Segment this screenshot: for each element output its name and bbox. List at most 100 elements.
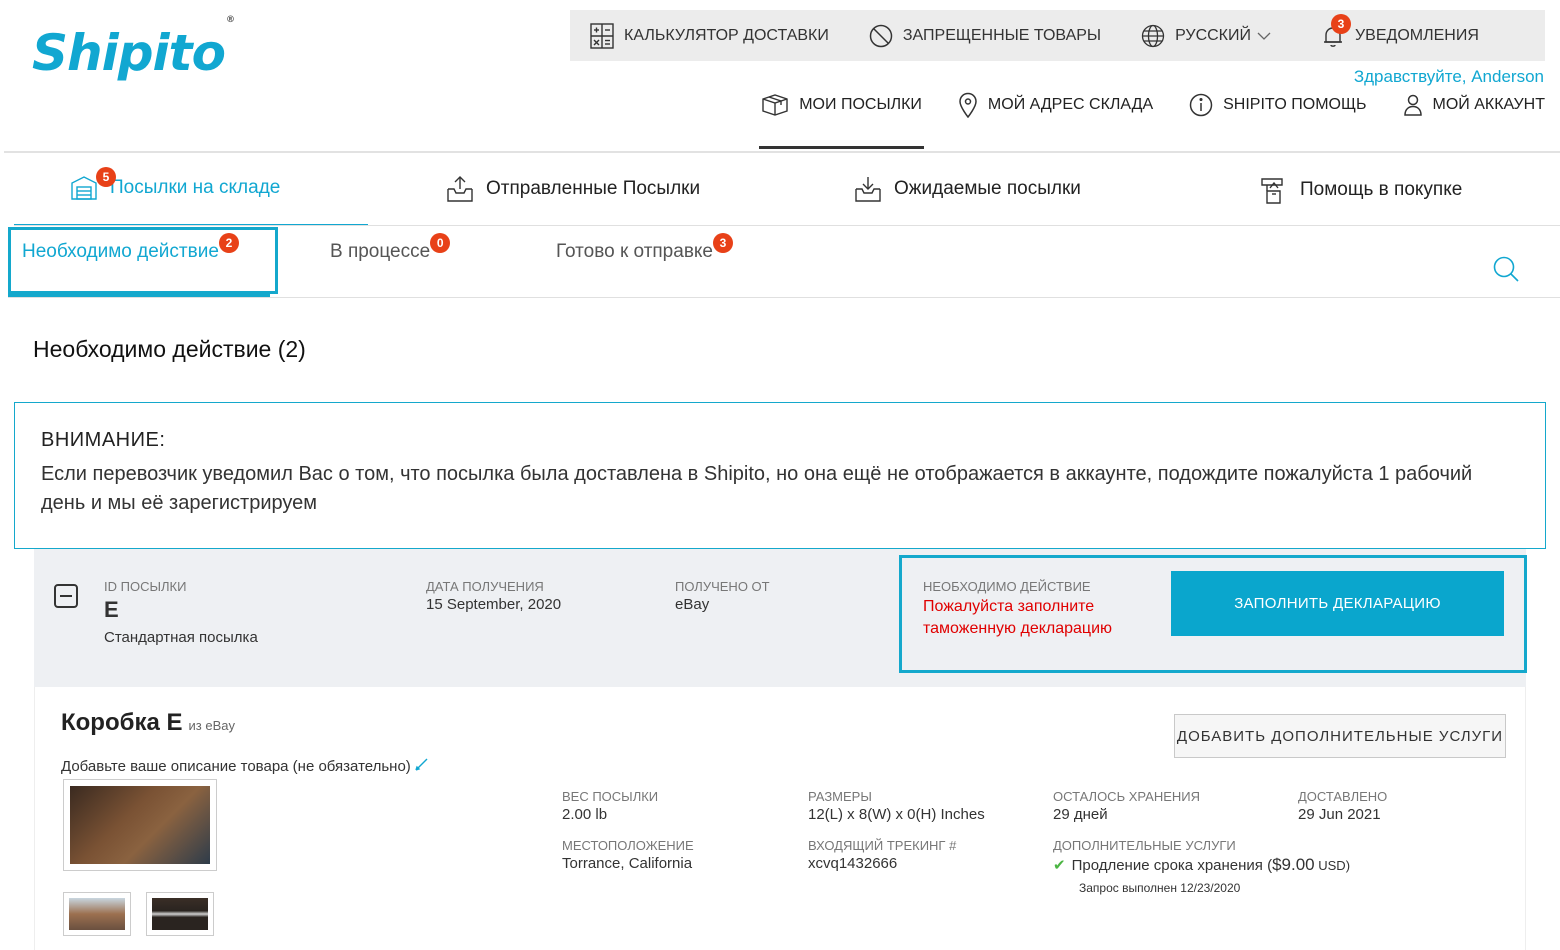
box-source: из eBay [188,718,235,733]
package-photo-main[interactable] [63,779,217,871]
dimensions-value: 12(L) x 8(W) x 0(H) Inches [808,806,985,823]
package-type: Стандартная посылка [104,629,258,646]
box-icon [762,94,788,116]
add-services-button[interactable]: ДОБАВИТЬ ДОПОЛНИТЕЛЬНЫЕ УСЛУГИ [1174,714,1506,758]
utility-bar: КАЛЬКУЛЯТОР ДОСТАВКИ ЗАПРЕЩЕННЫЕ ТОВАРЫ … [570,10,1545,61]
box-details: Коробка E из eBay ДОБАВИТЬ ДОПОЛНИТЕЛЬНЫЕ… [34,687,1526,950]
nav-my-packages-label: МОИ ПОСЫЛКИ [799,96,922,113]
received-date-label: ДАТА ПОЛУЧЕНИЯ [426,579,544,594]
warehouse-icon [71,176,97,200]
location-label: МЕСТОПОЛОЖЕНИЕ [562,838,694,853]
delivered-field: ДОСТАВЛЕНО 29 Jun 2021 [1298,789,1387,823]
nav-my-packages[interactable]: МОИ ПОСЫЛКИ [759,90,924,149]
calculator-label: КАЛЬКУЛЯТОР ДОСТАВКИ [624,26,829,44]
logo-text: Shipito [32,24,226,82]
status-subtabs: Необходимо действие 2 В процессе 0 Готово … [8,227,1560,297]
nav-account-label: МОЙ АККАУНТ [1432,96,1546,113]
tab-warehouse-packages[interactable]: 5 Посылки на складе [70,167,281,201]
tab-purchase-label: Помощь в покупке [1300,179,1463,200]
package-photo-thumb[interactable] [63,892,131,936]
location-field: МЕСТОПОЛОЖЕНИЕ Torrance, California [562,838,694,872]
extra-services-field: ДОПОЛНИТЕЛЬНЫЕ УСЛУГИ ✔ Продление срока х… [1053,838,1350,895]
extra-service-currency: USD) [1314,858,1351,873]
tab-warehouse-label: Посылки на складе [110,177,281,198]
registered-mark: ® [225,15,235,26]
extra-services-label: ДОПОЛНИТЕЛЬНЫЕ УСЛУГИ [1053,838,1236,853]
storage-field: ОСТАЛОСЬ ХРАНЕНИЯ 29 дней [1053,789,1200,823]
notice-title: ВНИМАНИЕ: [41,429,166,451]
subtab-ready-label: Готово к отправке [556,241,714,262]
delivered-label: ДОСТАВЛЕНО [1298,789,1388,804]
box-title: Коробка E из eBay [61,709,235,737]
storage-value: 29 дней [1053,806,1108,823]
nav-warehouse-address[interactable]: МОЙ АДРЕС СКЛАДА [958,90,1153,120]
notifications-link[interactable]: 3 УВЕДОМЛЕНИЯ [1321,13,1479,48]
package-photo-image [70,786,210,864]
nav-help-label: SHIPITO ПОМОЩЬ [1223,96,1367,113]
package-tabs: 5 Посылки на складе Отправленные Посылки… [14,153,1560,226]
package-id-label: ID ПОСЫЛКИ [104,579,187,594]
add-description-label: Добавьте ваше описание товара (не обязат… [61,758,411,775]
received-from-field: ПОЛУЧЕНО ОТ eBay [675,579,770,613]
storage-label: ОСТАЛОСЬ ХРАНЕНИЯ [1053,789,1201,804]
tab-sent-packages[interactable]: Отправленные Посылки [446,175,700,203]
delivered-value: 29 Jun 2021 [1298,806,1381,823]
chevron-down-icon [1257,32,1271,40]
shipping-calculator-link[interactable]: КАЛЬКУЛЯТОР ДОСТАВКИ [590,22,829,49]
weight-value: 2.00 lb [562,806,608,823]
received-from-label: ПОЛУЧЕНО ОТ [675,579,770,594]
warehouse-count-badge: 5 [96,167,116,187]
download-box-icon [855,177,881,202]
nav-shipito-help[interactable]: SHIPITO ПОМОЩЬ [1189,90,1367,120]
fill-declaration-button[interactable]: ЗАПОЛНИТЬ ДЕКЛАРАЦИЮ [1171,571,1504,636]
language-label: РУССКИЙ [1175,26,1251,44]
notice-text: Если перевозчик уведомил Вас о том, что … [41,463,1473,514]
language-selector[interactable]: РУССКИЙ [1141,24,1281,48]
weight-field: ВЕС ПОСЫЛКИ 2.00 lb [562,789,658,823]
search-button[interactable] [1492,255,1520,288]
greeting-text[interactable]: Здравствуйте, Anderson [1354,67,1544,87]
notifications-label: УВЕДОМЛЕНИЯ [1355,26,1479,44]
tracking-label: ВХОДЯЩИЙ ТРЕКИНГ # [808,838,957,853]
nav-warehouse-label: МОЙ АДРЕС СКЛАДА [987,96,1154,113]
tracking-field: ВХОДЯЩИЙ ТРЕКИНГ # xcvq1432666 [808,838,956,872]
package-id-field: ID ПОСЫЛКИ E Стандартная посылка [104,579,258,646]
package-header: ID ПОСЫЛКИ E Стандартная посылка ДАТА ПО… [34,549,1527,687]
shipito-logo[interactable]: Shipito® [32,15,235,82]
collapse-icon[interactable] [54,584,78,608]
package-id-value: E [104,597,119,622]
received-date-value: 15 September, 2020 [426,596,562,613]
nav-my-account[interactable]: МОЙ АККАУНТ [1403,90,1546,120]
tab-purchase-help[interactable]: Помощь в покупке [1258,175,1462,205]
globe-icon [1141,24,1165,47]
section-title: Необходимо действие (2) [33,336,306,362]
ready-count-badge: 3 [713,233,734,253]
main-navigation: МОИ ПОСЫЛКИ МОЙ АДРЕС СКЛАДА SHIPITO ПОМ… [759,90,1546,149]
dimensions-field: РАЗМЕРЫ 12(L) x 8(W) x 0(H) Inches [808,789,985,823]
subtab-ready-to-ship[interactable]: Готово к отправке 3 [556,233,734,263]
thumb-image [152,898,208,930]
prohibited-items-link[interactable]: ЗАПРЕЩЕННЫЕ ТОВАРЫ [869,24,1101,48]
package-photo-thumb[interactable] [146,892,214,936]
add-description-link[interactable]: Добавьте ваше описание товара (не обязат… [61,757,429,775]
weight-label: ВЕС ПОСЫЛКИ [562,789,659,804]
upload-box-icon [447,176,473,202]
prohibited-label: ЗАПРЕЩЕННЫЕ ТОВАРЫ [902,26,1102,44]
action-required-field: НЕОБХОДИМО ДЕЙСТВИЕ Пожалуйста заполните… [923,579,1133,640]
subtab-in-progress[interactable]: В процессе 0 [330,233,451,263]
tab-sent-label: Отправленные Посылки [486,178,701,199]
search-icon [1493,256,1519,282]
location-value: Torrance, California [562,855,693,872]
tracking-value: xcvq1432666 [808,855,898,872]
subtab-action-required[interactable]: Необходимо действие 2 [22,233,239,263]
location-pin-icon [959,92,977,118]
progress-count-badge: 0 [430,233,451,253]
subtab-progress-label: В процессе [330,241,431,262]
tabs-divider [14,225,1560,226]
received-date-field: ДАТА ПОЛУЧЕНИЯ 15 September, 2020 [426,579,561,613]
attention-notice: ВНИМАНИЕ: Если перевозчик уведомил Вас о… [14,402,1546,549]
tab-expected-packages[interactable]: Ожидаемые посылки [854,175,1081,203]
received-from-value: eBay [675,596,710,613]
box-title-text: Коробка E [61,709,183,736]
action-required-text: Пожалуйста заполните таможенную декларац… [923,598,1113,637]
